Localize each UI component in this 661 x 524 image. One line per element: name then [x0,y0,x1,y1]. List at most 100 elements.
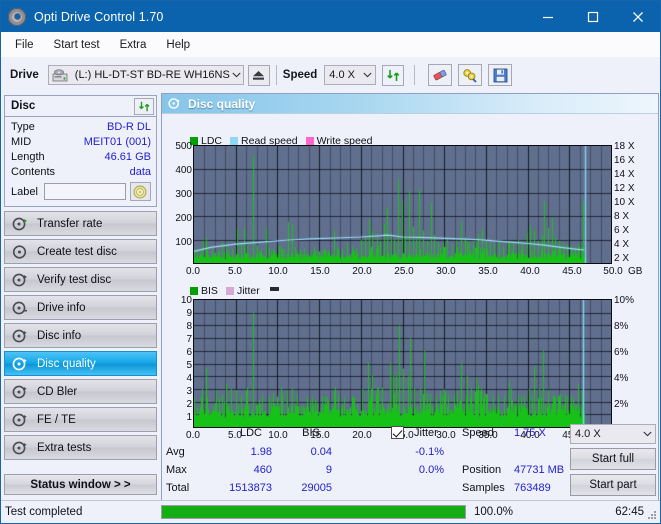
chart-bottom-legend: BIS Jitter [190,286,279,296]
disc-label-input[interactable] [44,183,126,200]
start-full-button[interactable]: Start full [570,448,656,470]
panel-header: Disc quality [162,94,658,114]
disc-label-key: Label [11,186,38,198]
stats-ldc-avg: 1.98 [220,446,272,458]
legend-label: BIS [201,286,218,296]
stats-bis-max: 9 [280,464,332,476]
sidebar-item-extra-tests[interactable]: Extra tests [4,435,157,460]
sidebar-item-disc-info[interactable]: Disc info [4,323,157,348]
disc-row-type-value: BD-R DL [107,121,151,133]
legend-swatch [226,287,234,295]
sidebar-item-transfer-rate[interactable]: Transfer rate [4,211,157,236]
maximize-icon[interactable] [570,1,615,32]
stats-samples-label: Samples [462,482,505,494]
erase-button[interactable] [428,64,452,86]
disc-verify-icon [12,272,28,288]
disc-row-contents-value: data [130,166,151,178]
sidebar-item-label: Extra tests [37,442,91,454]
refresh-button[interactable] [382,65,404,86]
disc-info-box: Disc Type BD-R DL MID MEIT01 (001) [4,95,157,207]
sidebar-item-label: Disc info [37,330,81,342]
chevron-down-icon [230,66,243,84]
legend-item-jitter: Jitter [226,286,260,296]
status-bar: Test completed 100.0% 62:45 [1,500,660,523]
sidebar-item-drive-info[interactable]: Drive info [4,295,157,320]
drive-select[interactable]: (L:) HL-DT-ST BD-RE WH16NS58 TST4 [48,65,244,85]
disc-info-icon [12,328,28,344]
chart-top-xtick-15: 15.0 [308,266,332,277]
menu-item-extra[interactable]: Extra [110,36,157,54]
disc-quality-icon [168,97,181,110]
chart-top-xtick-25: 25.0 [392,266,416,277]
sidebar-item-fe-te[interactable]: FE / TE [4,407,157,432]
start-part-button[interactable]: Start part [570,474,656,496]
drive-label: Drive [10,69,39,81]
chart-bottom-y2tick-2: 2% [614,399,628,410]
disc-properties: Type BD-R DL MID MEIT01 (001) Length 46.… [5,117,156,206]
result-speed-select[interactable]: 4.0 X [570,424,656,444]
chart-top-ytick-400: 400 [164,165,192,176]
toolbar-divider-2 [414,65,415,85]
stats-speed-value: 1.75 X [514,427,574,439]
cd-bler-icon [12,384,28,400]
stats-bis-total: 29005 [274,482,332,494]
status-text: Test completed [1,506,155,518]
chart-top-y2tick-16: 16 X [614,155,635,166]
chart-bottom-ytick-8: 8 [164,321,192,332]
stats-jitter-max: 0.0% [378,464,444,476]
save-button[interactable] [488,64,512,86]
minimize-icon[interactable] [525,1,570,32]
window-title: Opti Drive Control 1.70 [34,10,163,24]
stats-ldc-max: 460 [220,464,272,476]
stats-position-label: Position [462,464,501,476]
progress-bar [161,505,466,519]
legend-item-bis: BIS [190,286,218,296]
chevron-down-icon [359,66,375,84]
resize-grip-icon[interactable] [646,509,658,521]
jitter-label: Jitter [414,427,438,439]
jitter-checkbox[interactable] [391,426,404,439]
menu-item-start-test[interactable]: Start test [44,36,110,54]
chart-bottom-ytick-10: 10 [164,295,192,306]
sidebar-item-label: CD Bler [37,386,77,398]
toolbar: Drive (L:) HL-DT-ST BD-RE WH16NS58 TST4 [1,57,660,93]
legend-swatch [306,137,314,145]
chart-top-xtick-0: 0.0 [183,266,203,277]
chart-bottom-y2tick-6: 6% [614,347,628,358]
status-window-button[interactable]: Status window > > [4,474,157,495]
sidebar-item-label: Transfer rate [37,218,102,230]
disc-row-mid-key: MID [11,136,31,148]
disc-row-mid: MID MEIT01 (001) [11,134,151,149]
disc-row-mid-value: MEIT01 (001) [84,136,151,148]
chart-top-y2tick-2: 2 X [614,253,629,264]
sidebar-item-verify-test-disc[interactable]: Verify test disc [4,267,157,292]
chart-top-y2tick-14: 14 X [614,169,635,180]
sidebar-item-cd-bler[interactable]: CD Bler [4,379,157,404]
chart-bottom-ytick-9: 9 [164,308,192,319]
sidebar-item-disc-quality[interactable]: Disc quality [4,351,157,376]
chart-top-xtick-30: 30.0 [434,266,458,277]
tools-button[interactable] [458,64,482,86]
stats-row-max: Max [166,464,187,476]
close-icon[interactable] [615,1,660,32]
chart-top-xtick-45: 45.0 [560,266,584,277]
menu-item-file[interactable]: File [5,36,44,54]
sidebar-item-label: FE / TE [37,414,76,426]
speed-select[interactable]: 4.0 X [324,65,376,85]
eject-button[interactable] [248,65,270,86]
disc-row-length-value: 46.61 GB [105,151,151,163]
disc-refresh-button[interactable] [134,98,154,115]
sidebar-item-create-test-disc[interactable]: Create test disc [4,239,157,264]
scale-marker-icon [270,287,279,291]
chart-bottom-plot [193,299,612,428]
disc-row-length: Length 46.61 GB [11,149,151,164]
disc-row-length-key: Length [11,151,45,163]
disc-label-button[interactable] [130,182,151,201]
app-window: Opti Drive Control 1.70 File Start test … [0,0,661,524]
title-bar: Opti Drive Control 1.70 [1,1,660,32]
chart-bottom-y2tick-4: 4% [614,373,628,384]
chart-bottom-ytick-4: 4 [164,373,192,384]
menu-item-help[interactable]: Help [156,36,200,54]
chart-bottom-y2tick-8: 8% [614,321,628,332]
drive-info-icon [12,300,28,316]
